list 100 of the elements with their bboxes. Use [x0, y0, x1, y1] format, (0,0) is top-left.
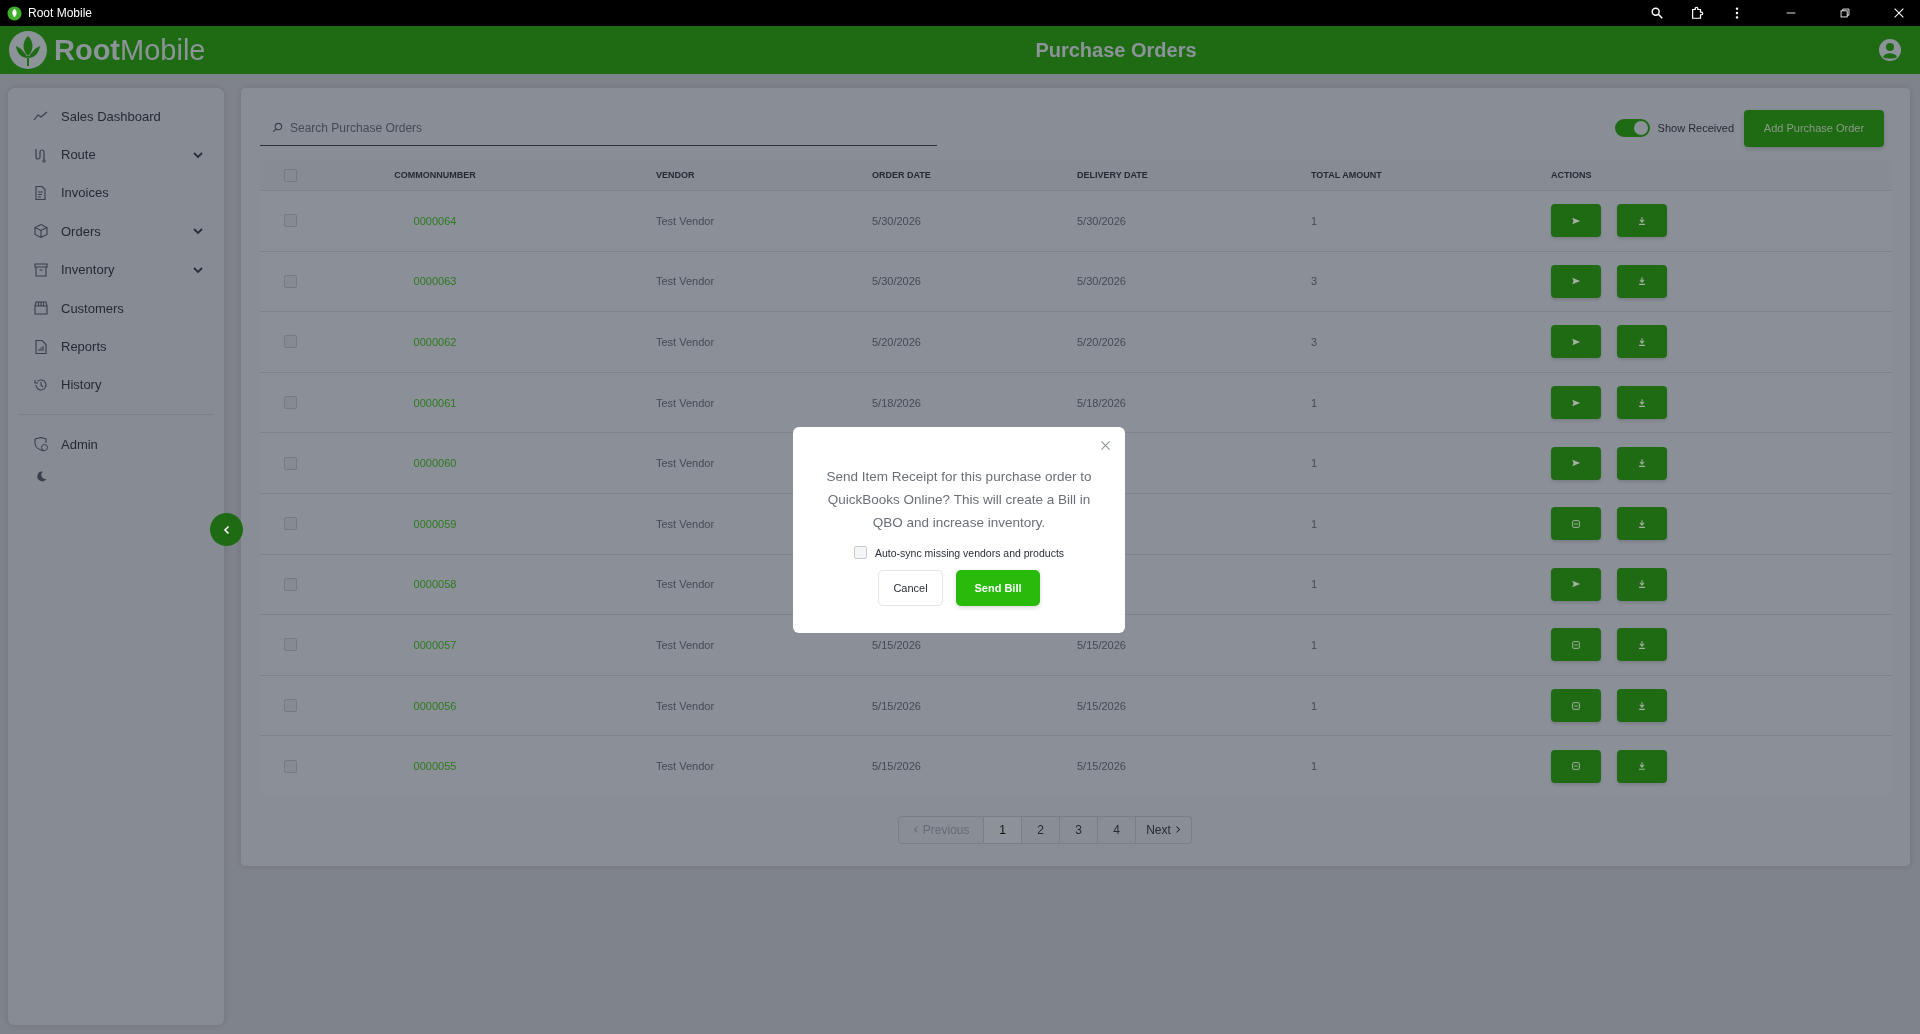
action-button[interactable] — [1551, 386, 1601, 420]
app-logo-icon — [7, 5, 22, 21]
action-button[interactable] — [1551, 628, 1601, 662]
chevron-right-icon — [1174, 825, 1181, 835]
column-header: TOTAL AMOUNT — [1311, 170, 1383, 180]
table-cell-text: 3 — [1311, 275, 1319, 288]
shield-icon — [33, 436, 49, 453]
search-icon — [272, 122, 283, 133]
table-cell-text: 1 — [1311, 396, 1319, 409]
toggle-switch[interactable] — [1614, 119, 1650, 137]
download-button[interactable] — [1617, 749, 1667, 783]
sidebar-item[interactable]: Route — [8, 135, 224, 174]
auto-sync-checkbox[interactable] — [853, 546, 867, 559]
action-button[interactable] — [1551, 325, 1601, 359]
table-cell-text: 5/15/2026 — [872, 699, 922, 712]
sidebar-item[interactable]: Invoices — [8, 173, 224, 213]
table-cell-text: Test Vendor — [655, 214, 716, 227]
page-button[interactable]: 1 — [984, 815, 1023, 844]
table-cell-text: 5/15/2026 — [1077, 638, 1127, 651]
table-cell-text: 5/15/2026 — [1077, 760, 1127, 773]
page-title: Purchase Orders — [1035, 38, 1197, 62]
sidebar-item[interactable]: Admin — [8, 425, 224, 464]
download-button[interactable] — [1617, 446, 1667, 480]
page-button[interactable]: 2 — [1022, 815, 1061, 844]
table-cell-text: 5/20/2026 — [872, 336, 922, 348]
download-icon — [1637, 700, 1647, 711]
table-cell-text: 1 — [1311, 638, 1319, 651]
next-page-button[interactable]: Next — [1136, 815, 1192, 844]
action-button[interactable] — [1551, 567, 1601, 601]
leaf-logo-icon — [8, 30, 48, 70]
table-cell-text: Test Vendor — [655, 578, 716, 591]
dialog-message: Send Item Receipt for this purchase order to QuickBooks Online? This will create a Bill in QBO and increase inventory. — [825, 468, 1093, 532]
route-icon — [33, 146, 49, 163]
close-icon[interactable] — [1892, 6, 1906, 20]
archive-icon — [33, 261, 49, 278]
receipt-icon — [1571, 761, 1581, 772]
table-cell-text: 5/30/2026 — [872, 275, 922, 288]
download-button[interactable] — [1617, 507, 1667, 541]
action-button[interactable] — [1551, 264, 1601, 298]
download-icon — [1637, 458, 1647, 469]
download-icon — [1637, 761, 1647, 772]
download-button[interactable] — [1617, 264, 1667, 298]
sidebar-item[interactable]: Inventory — [8, 250, 224, 289]
download-button[interactable] — [1617, 204, 1667, 238]
table-cell-text: 5/30/2026 — [872, 214, 922, 227]
table-cell-text: Test Vendor — [655, 396, 716, 409]
brand-name: RootMobile — [54, 33, 206, 67]
table-cell-text: 1 — [1311, 214, 1319, 227]
zoom-icon[interactable] — [1650, 6, 1664, 20]
sidebar-item[interactable]: Reports — [8, 327, 224, 366]
download-icon — [1637, 518, 1647, 529]
send-icon — [1571, 579, 1581, 590]
column-header: DELIVERY DATE — [1077, 170, 1149, 180]
download-button[interactable] — [1617, 386, 1667, 420]
table-cell-text: 3 — [1311, 336, 1319, 348]
window-title: Root Mobile — [28, 6, 93, 20]
column-header: VENDOR — [655, 170, 696, 180]
table-cell-text: 5/30/2026 — [1077, 214, 1127, 227]
moon-icon[interactable] — [35, 469, 48, 483]
sidebar-item[interactable]: History — [8, 365, 224, 405]
download-icon — [1637, 397, 1647, 408]
user-avatar-icon[interactable] — [1878, 38, 1902, 62]
table-cell-text: 5/18/2026 — [1077, 396, 1127, 409]
sidebar-item[interactable]: Orders — [8, 212, 224, 251]
table-cell-text: 5/15/2026 — [872, 638, 922, 651]
history-icon — [33, 376, 49, 393]
send-icon — [1571, 276, 1581, 287]
send-bill-button[interactable]: Send Bill — [956, 570, 1040, 606]
download-button[interactable] — [1617, 567, 1667, 601]
action-button[interactable] — [1551, 446, 1601, 480]
download-button[interactable] — [1617, 628, 1667, 662]
receipt-icon — [1571, 639, 1581, 650]
sidebar-item[interactable]: Sales Dashboard — [8, 97, 224, 136]
table-cell-text: 1 — [1311, 699, 1319, 712]
download-button[interactable] — [1617, 689, 1667, 723]
send-icon — [1571, 215, 1581, 226]
restore-icon[interactable] — [1838, 6, 1852, 20]
action-button[interactable] — [1551, 689, 1601, 723]
extension-icon[interactable] — [1690, 6, 1704, 20]
search-field[interactable]: Search Purchase Orders — [290, 120, 937, 135]
action-button[interactable] — [1551, 507, 1601, 541]
send-icon — [1571, 458, 1581, 469]
table-cell-text: 5/18/2026 — [872, 396, 922, 409]
action-button[interactable] — [1551, 204, 1601, 238]
add-purchase-order-button[interactable]: Add Purchase Order — [1744, 109, 1884, 147]
send-icon — [1571, 337, 1581, 347]
download-button[interactable] — [1617, 325, 1667, 359]
column-header: ACTIONS — [1551, 170, 1593, 180]
page-button[interactable]: 3 — [1060, 815, 1099, 844]
download-icon — [1637, 215, 1647, 226]
table-cell-text: 5/15/2026 — [872, 760, 922, 773]
sidebar-item[interactable]: Customers — [8, 288, 224, 328]
download-icon — [1637, 337, 1647, 347]
page-button[interactable]: 4 — [1098, 815, 1137, 844]
table-cell-text: Test Vendor — [655, 517, 716, 530]
table-cell-text: Test Vendor — [655, 275, 716, 288]
action-button[interactable] — [1551, 749, 1601, 783]
cancel-button[interactable]: Cancel — [878, 570, 943, 606]
table-cell-text: Test Vendor — [655, 699, 716, 712]
send-icon — [1571, 397, 1581, 408]
